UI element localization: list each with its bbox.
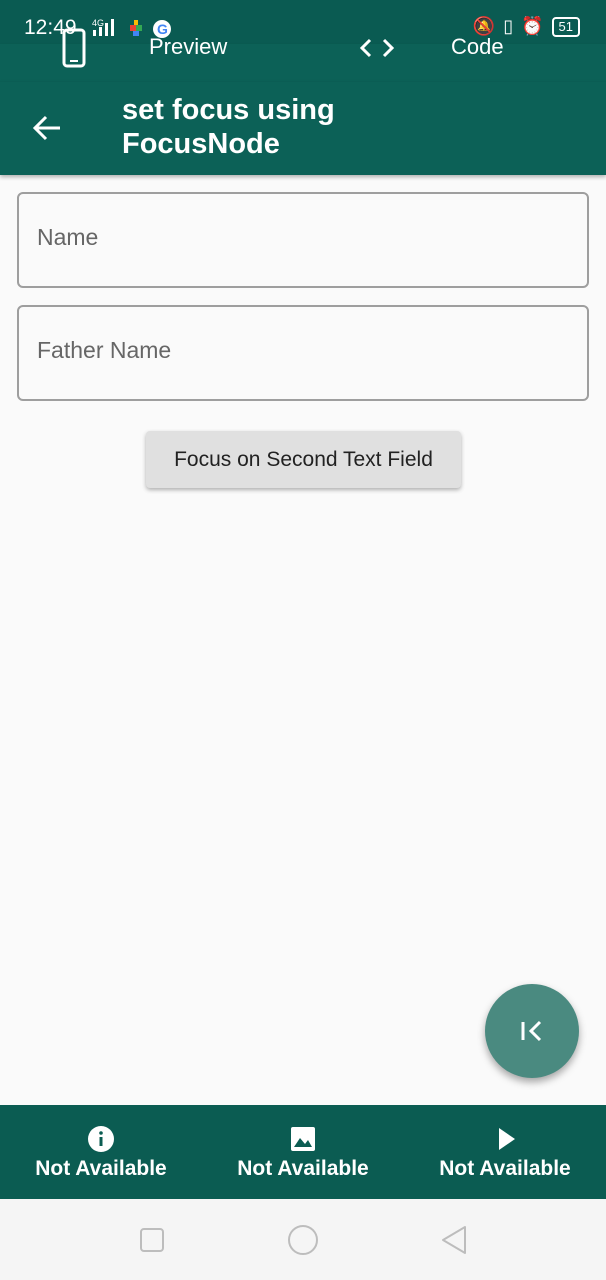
image-icon <box>291 1127 315 1151</box>
bottom-bar: Not Available Not Available Not Availabl… <box>0 1105 606 1199</box>
battery-indicator: 51 <box>551 16 580 37</box>
name-input[interactable] <box>37 224 557 251</box>
recents-square-icon[interactable] <box>139 1227 165 1253</box>
tab-code[interactable]: Code <box>451 34 504 60</box>
back-arrow-icon[interactable] <box>32 114 62 142</box>
bottom-item-play[interactable]: Not Available <box>404 1105 606 1199</box>
vibrate-icon: ▯ <box>503 16 514 36</box>
father-name-input[interactable] <box>37 337 557 364</box>
focus-second-field-button[interactable]: Focus on Second Text Field <box>146 431 461 488</box>
network-type: 4G <box>92 18 104 28</box>
bottom-item-label: Not Available <box>439 1157 571 1180</box>
preview-code-tabbar: Preview Code <box>0 28 606 82</box>
bottom-item-info[interactable]: Not Available <box>0 1105 202 1199</box>
bottom-item-label: Not Available <box>35 1157 167 1180</box>
page-title: set focus using FocusNode <box>122 94 335 160</box>
father-name-field[interactable] <box>17 305 589 401</box>
first-page-icon <box>521 1020 542 1042</box>
play-icon <box>499 1128 515 1150</box>
code-icon[interactable] <box>360 38 394 58</box>
name-field[interactable] <box>17 192 589 288</box>
info-icon <box>88 1126 114 1152</box>
bottom-item-image[interactable]: Not Available <box>202 1105 404 1199</box>
system-nav-bar <box>0 1199 606 1280</box>
signal-icon: 4G <box>92 18 114 36</box>
tab-preview[interactable]: Preview <box>149 34 227 60</box>
phone-icon[interactable] <box>62 28 86 68</box>
back-triangle-icon[interactable] <box>440 1225 468 1255</box>
alarm-icon: ⏰ <box>521 16 544 36</box>
status-bar: 12:49 4G G 🔕 ▯ ⏰ 51 <box>0 0 606 48</box>
bottom-item-label: Not Available <box>237 1157 369 1180</box>
puzzle-icon <box>130 20 142 36</box>
home-circle-icon[interactable] <box>287 1224 319 1256</box>
fab-collapse-button[interactable] <box>485 984 579 1078</box>
